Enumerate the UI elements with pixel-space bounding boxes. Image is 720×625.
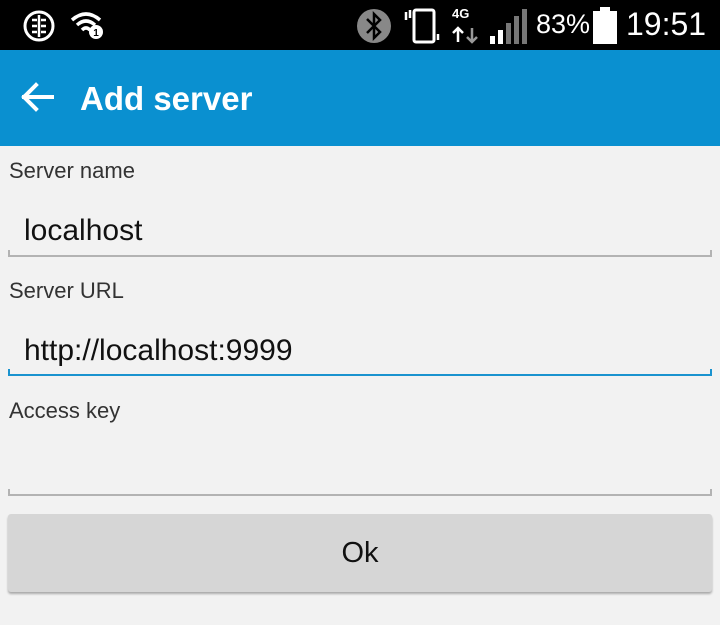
clock: 19:51 <box>626 6 707 42</box>
server-url-underline <box>8 369 712 376</box>
server-name-input[interactable] <box>8 208 712 254</box>
access-key-underline <box>8 489 712 496</box>
bluetooth-icon <box>357 9 391 43</box>
brain-icon <box>23 10 55 42</box>
access-key-label: Access key <box>9 398 121 423</box>
status-bar: 1 4G 83% 19:51 <box>0 0 720 50</box>
arrow-back-icon <box>21 82 54 112</box>
network-4g-icon <box>452 26 478 44</box>
battery-percent: 83% <box>536 9 591 39</box>
server-url-input[interactable] <box>8 328 712 374</box>
battery-icon <box>593 7 617 44</box>
server-name-label: Server name <box>9 158 135 183</box>
access-key-input[interactable] <box>8 448 712 494</box>
server-name-underline <box>8 250 712 257</box>
wifi-icon: 1 <box>70 12 103 39</box>
vibrate-icon <box>404 8 440 44</box>
back-button[interactable] <box>14 72 64 122</box>
server-url-label: Server URL <box>9 278 124 303</box>
signal-icon <box>490 9 527 44</box>
page-title: Add server <box>80 80 253 117</box>
ok-button[interactable]: Ok <box>8 514 712 592</box>
app-bar: Add server <box>0 50 720 146</box>
svg-text:1: 1 <box>93 28 99 39</box>
